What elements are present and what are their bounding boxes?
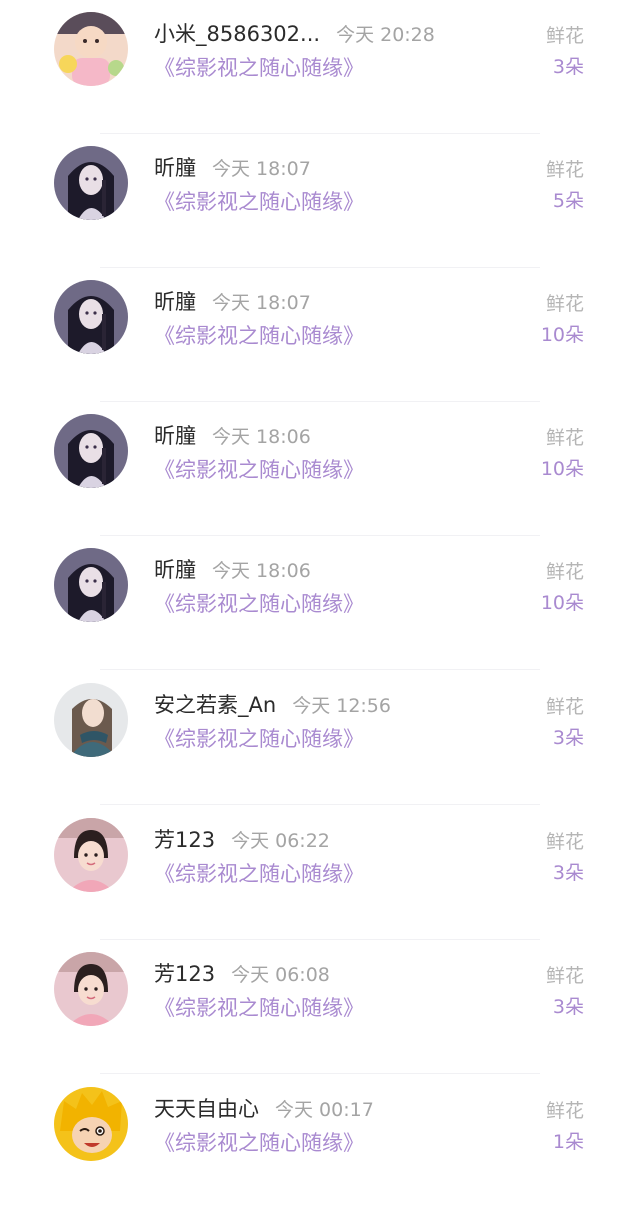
list-item[interactable]: 芳123 今天 06:22 《综影视之随心随缘》 鲜花 3朵	[0, 806, 640, 940]
anime-girl-avatar-icon	[54, 548, 128, 622]
list-item[interactable]: 昕朣 今天 18:06 《综影视之随心随缘》 鲜花 10朵	[0, 402, 640, 536]
user-name-text: 安之若素_An	[154, 693, 277, 717]
list-item[interactable]: 天天自由心 今天 00:17 《综影视之随心随缘》 鲜花 1朵	[0, 1075, 640, 1209]
user-name[interactable]: 昕朣 今天 18:06	[154, 420, 311, 450]
list-item[interactable]: 芳123 今天 06:08 《综影视之随心随缘》 鲜花 3朵	[0, 940, 640, 1074]
gift-count: 5朵	[552, 190, 584, 212]
list-item[interactable]: 昕朣 今天 18:06 《综影视之随心随缘》 鲜花 10朵	[0, 536, 640, 670]
user-name-text: 昕朣	[154, 290, 196, 314]
anime-girl-avatar-icon	[54, 280, 128, 354]
book-title-link[interactable]: 《综影视之随心随缘》	[154, 1127, 364, 1157]
user-name[interactable]: 昕朣 今天 18:06	[154, 554, 311, 584]
user-name[interactable]: 昕朣 今天 18:07	[154, 152, 311, 182]
list-item[interactable]: 安之若素_An 今天 12:56 《综影视之随心随缘》 鲜花 3朵	[0, 671, 640, 805]
gift-count: 3朵	[552, 56, 584, 78]
timestamp: 今天 06:22	[231, 830, 330, 852]
gift-count: 3朵	[552, 996, 584, 1018]
user-name[interactable]: 小米_8586302... 今天 20:28	[154, 18, 435, 48]
gift-type: 鲜花	[545, 561, 584, 583]
user-name[interactable]: 芳123 今天 06:08	[154, 958, 330, 988]
woman-portrait-avatar-icon	[54, 683, 128, 757]
user-name[interactable]: 安之若素_An 今天 12:56	[154, 689, 391, 719]
avatar[interactable]	[54, 12, 128, 86]
book-title-link[interactable]: 《综影视之随心随缘》	[154, 454, 364, 484]
gift-count: 10朵	[540, 458, 584, 480]
book-title-link[interactable]: 《综影视之随心随缘》	[154, 186, 364, 216]
avatar[interactable]	[54, 952, 128, 1026]
book-title-link[interactable]: 《综影视之随心随缘》	[154, 320, 364, 350]
child-avatar-icon	[54, 12, 128, 86]
anime-girl-avatar-icon	[54, 146, 128, 220]
gift-type: 鲜花	[545, 1100, 584, 1122]
cartoon-boy-avatar-icon	[54, 1087, 128, 1161]
gift-count: 10朵	[540, 324, 584, 346]
gift-type: 鲜花	[545, 25, 584, 47]
book-title-link[interactable]: 《综影视之随心随缘》	[154, 52, 364, 82]
timestamp: 今天 20:28	[336, 24, 435, 46]
timestamp: 今天 18:07	[212, 292, 311, 314]
avatar[interactable]	[54, 146, 128, 220]
gift-record-list: 小米_8586302... 今天 20:28 《综影视之随心随缘》 鲜花 3朵 昕…	[0, 0, 640, 1180]
user-name-text: 天天自由心	[154, 1097, 259, 1121]
avatar[interactable]	[54, 1087, 128, 1161]
list-item[interactable]: 小米_8586302... 今天 20:28 《综影视之随心随缘》 鲜花 3朵	[0, 0, 640, 134]
user-name-text: 芳123	[154, 828, 216, 852]
user-name[interactable]: 昕朣 今天 18:07	[154, 286, 311, 316]
book-title-link[interactable]: 《综影视之随心随缘》	[154, 992, 364, 1022]
list-item[interactable]: 昕朣 今天 18:07 《综影视之随心随缘》 鲜花 5朵	[0, 134, 640, 268]
user-name-text: 昕朣	[154, 424, 196, 448]
girl-photo-avatar-icon	[54, 818, 128, 892]
user-name[interactable]: 天天自由心 今天 00:17	[154, 1093, 374, 1123]
gift-count: 1朵	[552, 1131, 584, 1153]
avatar[interactable]	[54, 818, 128, 892]
anime-girl-avatar-icon	[54, 414, 128, 488]
gift-type: 鲜花	[545, 696, 584, 718]
girl-photo-avatar-icon	[54, 952, 128, 1026]
timestamp: 今天 06:08	[231, 964, 330, 986]
user-name-text: 小米_8586302...	[154, 22, 321, 46]
list-item[interactable]: 昕朣 今天 18:07 《综影视之随心随缘》 鲜花 10朵	[0, 268, 640, 402]
timestamp: 今天 18:06	[212, 560, 311, 582]
timestamp: 今天 00:17	[275, 1099, 374, 1121]
gift-count: 3朵	[552, 727, 584, 749]
timestamp: 今天 18:07	[212, 158, 311, 180]
gift-type: 鲜花	[545, 965, 584, 987]
gift-type: 鲜花	[545, 293, 584, 315]
timestamp: 今天 18:06	[212, 426, 311, 448]
avatar[interactable]	[54, 548, 128, 622]
user-name-text: 昕朣	[154, 558, 196, 582]
book-title-link[interactable]: 《综影视之随心随缘》	[154, 588, 364, 618]
user-name-text: 昕朣	[154, 156, 196, 180]
user-name-text: 芳123	[154, 962, 216, 986]
book-title-link[interactable]: 《综影视之随心随缘》	[154, 723, 364, 753]
gift-type: 鲜花	[545, 159, 584, 181]
user-name[interactable]: 芳123 今天 06:22	[154, 824, 330, 854]
book-title-link[interactable]: 《综影视之随心随缘》	[154, 858, 364, 888]
gift-type: 鲜花	[545, 831, 584, 853]
avatar[interactable]	[54, 280, 128, 354]
timestamp: 今天 12:56	[292, 695, 391, 717]
gift-type: 鲜花	[545, 427, 584, 449]
avatar[interactable]	[54, 414, 128, 488]
gift-count: 3朵	[552, 862, 584, 884]
avatar[interactable]	[54, 683, 128, 757]
gift-count: 10朵	[540, 592, 584, 614]
